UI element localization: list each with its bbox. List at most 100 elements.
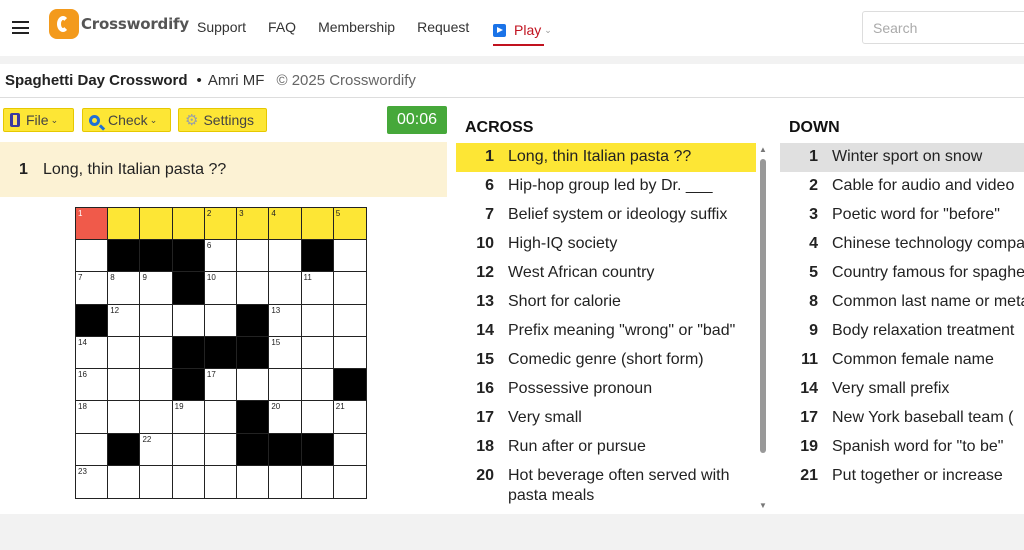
grid-cell[interactable] bbox=[269, 272, 302, 305]
grid-cell[interactable] bbox=[204, 401, 238, 434]
grid-cell[interactable]: 7 bbox=[76, 272, 109, 305]
down-clue-item[interactable]: 5 Country famous for spaghetti bbox=[780, 259, 1024, 288]
grid-cell[interactable]: 23 bbox=[76, 465, 109, 498]
grid-cell[interactable] bbox=[140, 208, 173, 241]
grid-cell[interactable] bbox=[269, 465, 302, 498]
across-clue-item[interactable]: 10 High-IQ society bbox=[456, 230, 756, 259]
scroll-thumb[interactable] bbox=[760, 159, 766, 453]
grid-cell[interactable] bbox=[108, 336, 141, 370]
grid-cell[interactable]: 4 bbox=[269, 208, 302, 241]
down-clue-item[interactable]: 11 Common female name bbox=[780, 346, 1024, 375]
grid-cell[interactable] bbox=[301, 465, 334, 498]
across-clue-item[interactable]: 6 Hip-hop group led by Dr. ___ bbox=[456, 172, 756, 201]
grid-cell[interactable]: 3 bbox=[237, 208, 270, 241]
grid-cell[interactable] bbox=[333, 272, 366, 305]
grid-cell[interactable] bbox=[301, 304, 334, 337]
grid-cell[interactable]: 13 bbox=[269, 304, 302, 337]
down-clue-item[interactable]: 8 Common last name or metal worker bbox=[780, 288, 1024, 317]
down-clue-item[interactable]: 3 Poetic word for "before" bbox=[780, 201, 1024, 230]
grid-cell[interactable]: 16 bbox=[76, 369, 109, 402]
grid-cell[interactable] bbox=[237, 240, 270, 273]
down-clue-item[interactable]: 19 Spanish word for "to be" bbox=[780, 433, 1024, 462]
down-clue-item[interactable]: 9 Body relaxation treatment bbox=[780, 317, 1024, 346]
across-clue-item[interactable]: 13 Short for calorie bbox=[456, 288, 756, 317]
settings-button[interactable]: ⚙ Settings bbox=[178, 108, 267, 132]
grid-cell[interactable]: 21 bbox=[333, 401, 366, 434]
grid-cell[interactable] bbox=[140, 336, 173, 370]
grid-cell[interactable] bbox=[237, 369, 270, 402]
grid-cell[interactable] bbox=[204, 465, 238, 498]
grid-cell[interactable]: 17 bbox=[204, 369, 238, 402]
grid-cell[interactable]: 5 bbox=[333, 208, 366, 241]
timer[interactable]: 00:06 bbox=[387, 106, 447, 134]
across-clue-list[interactable]: 1 Long, thin Italian pasta ?? 6 Hip-hop gro… bbox=[456, 143, 756, 514]
grid-cell[interactable] bbox=[76, 433, 109, 466]
grid-cell[interactable]: 6 bbox=[204, 240, 238, 273]
nav-link-play[interactable]: Play ⌄ bbox=[493, 18, 552, 46]
logo[interactable]: Crosswordify bbox=[49, 8, 189, 40]
grid-cell[interactable]: 20 bbox=[269, 401, 302, 434]
grid-cell[interactable] bbox=[301, 208, 334, 241]
scroll-up-icon[interactable]: ▲ bbox=[759, 145, 767, 154]
down-clue-item[interactable]: 1 Winter sport on snow bbox=[780, 143, 1024, 172]
grid-cell[interactable] bbox=[333, 336, 366, 370]
nav-link-support[interactable]: Support bbox=[197, 19, 246, 35]
grid-cell[interactable] bbox=[108, 208, 141, 241]
across-clue-item[interactable]: 16 Possessive pronoun bbox=[456, 375, 756, 404]
across-clue-item[interactable]: 1 Long, thin Italian pasta ?? bbox=[456, 143, 756, 172]
grid-cell[interactable]: 12 bbox=[108, 304, 141, 337]
menu-icon[interactable] bbox=[12, 21, 29, 34]
grid-cell[interactable]: 8 bbox=[108, 272, 141, 305]
grid-cell[interactable] bbox=[108, 401, 141, 434]
grid-cell[interactable] bbox=[140, 369, 173, 402]
grid-cell[interactable] bbox=[333, 465, 366, 498]
nav-link-request[interactable]: Request bbox=[417, 19, 469, 35]
grid-cell[interactable] bbox=[76, 240, 109, 273]
grid-cell[interactable] bbox=[301, 369, 334, 402]
grid-cell[interactable] bbox=[269, 240, 302, 273]
down-clue-item[interactable]: 17 New York baseball team ( bbox=[780, 404, 1024, 433]
across-clue-item[interactable]: 20 Hot beverage often served with pasta m… bbox=[456, 462, 756, 511]
grid-cell[interactable] bbox=[333, 433, 366, 466]
grid-cell[interactable] bbox=[204, 433, 238, 466]
grid-cell[interactable] bbox=[333, 304, 366, 337]
grid-cell[interactable]: 1 bbox=[76, 208, 109, 241]
grid-cell[interactable] bbox=[301, 336, 334, 370]
grid-cell[interactable] bbox=[204, 304, 238, 337]
across-clue-item[interactable]: 18 Run after or pursue bbox=[456, 433, 756, 462]
scroll-down-icon[interactable]: ▼ bbox=[759, 501, 767, 510]
grid-cell[interactable] bbox=[140, 401, 173, 434]
grid-cell[interactable]: 15 bbox=[269, 336, 302, 370]
grid-cell[interactable] bbox=[237, 465, 270, 498]
grid-cell[interactable] bbox=[172, 433, 205, 466]
grid-cell[interactable] bbox=[237, 272, 270, 305]
grid-cell[interactable] bbox=[333, 240, 366, 273]
search-input[interactable] bbox=[862, 11, 1024, 44]
across-clue-item[interactable]: 14 Prefix meaning "wrong" or "bad" bbox=[456, 317, 756, 346]
down-clue-item[interactable]: 14 Very small prefix bbox=[780, 375, 1024, 404]
grid-cell[interactable]: 9 bbox=[140, 272, 173, 305]
grid-cell[interactable]: 22 bbox=[140, 433, 173, 466]
grid-cell[interactable]: 14 bbox=[76, 336, 109, 370]
down-clue-list[interactable]: 1 Winter sport on snow 2 Cable for audio an… bbox=[780, 143, 1024, 514]
across-clue-item[interactable]: 12 West African country bbox=[456, 259, 756, 288]
nav-link-faq[interactable]: FAQ bbox=[268, 19, 296, 35]
grid-cell[interactable]: 19 bbox=[172, 401, 205, 434]
grid-cell[interactable] bbox=[301, 401, 334, 434]
check-button[interactable]: Check ⌄ bbox=[82, 108, 171, 132]
down-clue-item[interactable]: 21 Put together or increase bbox=[780, 462, 1024, 491]
grid-cell[interactable] bbox=[269, 369, 302, 402]
grid-cell[interactable] bbox=[172, 465, 205, 498]
crossword-grid[interactable]: 1 2 3 4 5 6 7 8 9 10 11 12 13 14 15 16 17 18 19 20 21 22 23 bbox=[75, 207, 367, 499]
grid-cell[interactable]: 18 bbox=[76, 401, 109, 434]
file-button[interactable]: File ⌄ bbox=[3, 108, 74, 132]
grid-cell[interactable]: 11 bbox=[301, 272, 334, 305]
grid-cell[interactable]: 10 bbox=[204, 272, 238, 305]
across-clue-item[interactable]: 17 Very small bbox=[456, 404, 756, 433]
across-scrollbar[interactable]: ▲ ▼ bbox=[758, 145, 768, 513]
grid-cell[interactable] bbox=[140, 304, 173, 337]
down-clue-item[interactable]: 4 Chinese technology company bbox=[780, 230, 1024, 259]
grid-cell[interactable] bbox=[140, 465, 173, 498]
grid-cell[interactable] bbox=[172, 208, 205, 241]
grid-cell[interactable] bbox=[108, 465, 141, 498]
